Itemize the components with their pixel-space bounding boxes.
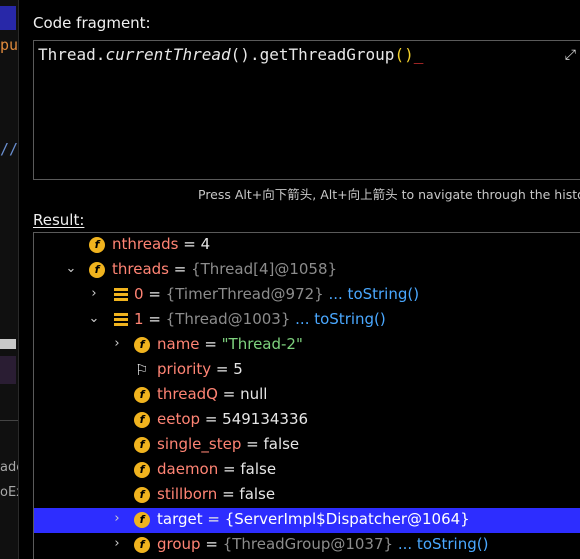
code-fragment-editor[interactable]: Thread.currentThread().getThreadGroup()_…: [33, 40, 580, 180]
field-icon: f: [134, 412, 150, 428]
field-icon: f: [89, 237, 105, 253]
to-string-link[interactable]: ... toString(): [328, 285, 419, 303]
chevron-right-icon[interactable]: ›: [110, 536, 124, 551]
array-element-icon: [114, 288, 128, 302]
field-icon: f: [134, 387, 150, 403]
field-icon: f: [134, 512, 150, 528]
result-tree[interactable]: f nthreads = 4 ⌄ f threads = {Thread[4]@…: [33, 232, 580, 559]
array-element-icon: [114, 313, 128, 327]
tree-row-element-1[interactable]: ⌄ 1 = {Thread@1003} ... toString(): [34, 308, 580, 333]
chevron-right-icon[interactable]: ›: [110, 511, 124, 526]
field-icon: f: [134, 537, 150, 553]
flag-icon: ⚐: [135, 361, 149, 379]
tree-row-threads[interactable]: ⌄ f threads = {Thread[4]@1058}: [34, 258, 580, 283]
field-icon: f: [134, 437, 150, 453]
field-icon: f: [134, 462, 150, 478]
chevron-down-icon[interactable]: ⌄: [87, 311, 101, 326]
tree-row-element-0[interactable]: › 0 = {TimerThread@972} ... toString(): [34, 283, 580, 308]
tree-row-daemon[interactable]: f daemon = false: [34, 458, 580, 483]
editor-selection-fragment: [0, 6, 16, 30]
tree-row-stillborn[interactable]: f stillborn = false: [34, 483, 580, 508]
result-label: Result:: [33, 211, 85, 229]
text-caret: _: [413, 45, 424, 64]
tree-row-nthreads[interactable]: f nthreads = 4: [34, 233, 580, 258]
to-string-link[interactable]: ... toString(): [295, 310, 386, 328]
field-icon: f: [134, 487, 150, 503]
chevron-right-icon[interactable]: ›: [110, 336, 124, 351]
editor-divider: [0, 420, 18, 421]
tree-row-threadq[interactable]: f threadQ = null: [34, 383, 580, 408]
expand-arrows-icon[interactable]: ⤢: [565, 47, 576, 63]
tree-row-group[interactable]: › f group = {ThreadGroup@1037} ... toStr…: [34, 533, 580, 558]
code-fragment-label: Code fragment:: [33, 14, 151, 32]
editor-text-fragment-1: ade: [0, 460, 18, 475]
tree-row-target[interactable]: › f target = {ServerImpl$Dispatcher@1064…: [34, 508, 580, 533]
editor-scrollbar-thumb[interactable]: [0, 339, 16, 349]
editor-gutter-strip: pu // ade oEx: [0, 0, 19, 559]
field-icon: f: [89, 262, 105, 278]
chevron-down-icon[interactable]: ⌄: [64, 261, 78, 276]
editor-code-fragment: pu: [0, 36, 19, 54]
editor-text-fragment-2: oEx: [0, 485, 18, 500]
to-string-link[interactable]: ... toString(): [398, 535, 489, 553]
tree-row-single-step[interactable]: f single_step = false: [34, 433, 580, 458]
chevron-right-icon[interactable]: ›: [87, 286, 101, 301]
code-line[interactable]: Thread.currentThread().getThreadGroup()_: [38, 45, 423, 64]
editor-comment-fragment: //: [0, 140, 19, 158]
tree-row-priority[interactable]: ⚐ priority = 5: [34, 358, 580, 383]
editor-highlight-fragment: [0, 356, 16, 384]
field-icon: f: [134, 337, 150, 353]
tree-row-eetop[interactable]: f eetop = 549134336: [34, 408, 580, 433]
history-navigation-hint: Press Alt+向下箭头, Alt+向上箭头 to navigate thr…: [198, 187, 580, 202]
tree-row-name[interactable]: › f name = "Thread-2": [34, 333, 580, 358]
